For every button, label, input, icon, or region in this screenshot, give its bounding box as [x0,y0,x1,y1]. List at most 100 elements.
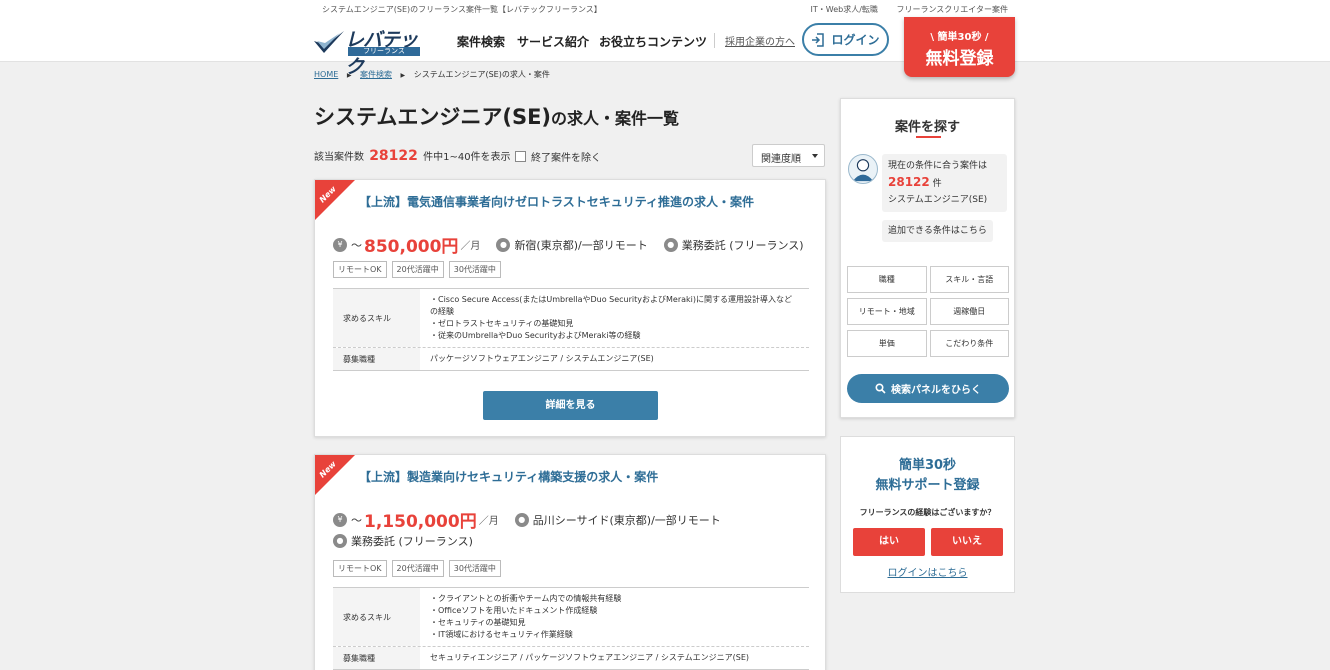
sort-select[interactable]: 関連度順 [752,144,825,167]
spec-row-role: 募集職種 パッケージソフトウェアエンジニア / システムエンジニア(SE) [333,348,809,371]
tag: 30代活躍中 [448,560,501,577]
skills-list: ・クライアントとの折衝やチーム内での情報共有経験 ・Officeソフトを用いたド… [420,588,809,646]
employer-link[interactable]: 採用企業の方へ [714,33,795,48]
skill-item: ・従来のUmbrellaやDuo SecurityおよびMeraki等の経験 [430,331,641,340]
breadcrumb-search[interactable]: 案件検索 [360,70,392,79]
filter-grid: 職種 スキル・言語 リモート・地域 週稼働日 単価 こだわり条件 [847,266,1009,357]
bubble-count: 28122 [888,175,930,189]
login-button[interactable]: ログイン [802,23,889,56]
topbar-link-creator[interactable]: フリーランスクリエイター案件 [896,5,1008,14]
topbar-link-jobs[interactable]: IT・Web求人/転職 [811,5,878,14]
yes-button[interactable]: はい [853,528,925,556]
contract-type: 業務委託 (フリーランス) [681,238,804,252]
support-title-line: 無料サポート登録 [875,478,980,493]
sort-value: 関連度順 [761,154,801,165]
location-pin-icon: ● [496,237,511,252]
price-prefix: ～ [351,513,362,527]
register-button[interactable]: \ 簡単30秒 / 無料登録 [904,17,1015,77]
breadcrumb-separator-icon: ▶ [400,72,406,79]
breadcrumb: HOME ▶ 案件検索 ▶ システムエンジニア(SE)の求人・案件 [314,69,550,80]
job-card: New 【上流】電気通信事業者向けゼロトラストセキュリティ推進の求人・案件 ¥ … [314,179,826,437]
match-count-bubble: 現在の条件に合う案件は 28122 件 システムエンジニア(SE) [882,154,1007,212]
spec-label: 募集職種 [333,647,420,669]
result-count: 該当案件数 28122 件中1~40件を表示 [314,148,511,164]
nav-job-search[interactable]: 案件検索 [457,33,505,50]
search-panel-heading: 案件を探す [894,120,960,135]
tag: リモートOK [333,560,387,577]
skill-item: ・Officeソフトを用いたドキュメント作成経験 [430,606,598,615]
tag: 20代活躍中 [391,261,444,278]
price-unit: ／月 [460,241,481,252]
support-question: フリーランスの経験はございますか？ [859,508,996,517]
job-meta: ¥ ～ 850,000円 ／月 ● 新宿(東京都)/一部リモート ● 業務委託 … [333,232,804,257]
page-title-main: システムエンジニア(SE) [314,105,552,129]
spec-label: 募集職種 [333,348,420,370]
role-value: セキュリティエンジニア / パッケージソフトウェアエンジニア / システムエンジ… [430,653,750,662]
chevron-down-icon [812,154,818,158]
filter-job-type[interactable]: 職種 [847,266,927,293]
login-label: ログイン [831,33,880,47]
skill-item: ・クライアントとの折衝やチーム内での情報共有経験 [430,594,622,603]
register-label: 無料登録 [925,49,994,69]
job-tags: リモートOK 20代活躍中 30代活躍中 [333,261,501,278]
tag: 30代活躍中 [448,261,501,278]
spec-row-skills: 求めるスキル ・Cisco Secure Access(またはUmbrellaや… [333,289,809,348]
skill-item: ・IT領域におけるセキュリティ作業経験 [430,630,573,639]
job-meta: ¥ ～ 1,150,000円 ／月 ● 品川シーサイド(東京都)/一部リモート [333,507,721,532]
job-spec-table: 求めるスキル ・Cisco Secure Access(またはUmbrellaや… [333,288,809,371]
open-search-label: 検索パネルをひらく [891,385,981,396]
location-pin-icon: ● [514,512,529,527]
bubble-line: システムエンジニア(SE) [888,195,988,205]
nav-contents[interactable]: お役立ちコンテンツ [599,33,707,50]
price: 1,150,000円 [364,512,477,532]
person-icon: ● [333,534,347,548]
skills-list: ・Cisco Secure Access(またはUmbrellaやDuo Sec… [420,289,809,347]
logo-check-icon [314,31,344,53]
filter-skill[interactable]: スキル・言語 [929,266,1009,293]
location: 新宿(東京都)/一部リモート [514,238,648,252]
count-value: 28122 [369,148,418,164]
job-tags: リモートOK 20代活躍中 30代活躍中 [333,560,501,577]
spec-row-skills: 求めるスキル ・クライアントとの折衝やチーム内での情報共有経験 ・Officeソ… [333,588,809,647]
checkbox-box[interactable] [515,151,526,162]
advisor-avatar-icon [848,154,878,184]
site-logo[interactable]: レバテック フリーランス [314,25,426,78]
spec-label: 求めるスキル [333,588,420,646]
open-search-panel-button[interactable]: 検索パネルをひらく [847,374,1009,403]
job-title-link[interactable]: 【上流】製造業向けセキュリティ構築支援の求人・案件 [359,468,658,485]
topbar: システムエンジニア(SE)のフリーランス案件一覧【レバテックフリーランス】 IT… [0,0,1330,17]
price-unit: ／月 [478,516,499,527]
bubble-line: 現在の条件に合う案件は [888,161,988,171]
support-login-link[interactable]: ログインはこちら [841,564,1014,579]
breadcrumb-separator-icon: ▶ [346,72,352,79]
job-spec-table: 求めるスキル ・クライアントとの折衝やチーム内での情報共有経験 ・Officeソ… [333,587,809,670]
tag: 20代活躍中 [391,560,444,577]
bubble-unit: 件 [932,179,942,189]
login-icon [812,32,825,47]
job-title-link[interactable]: 【上流】電気通信事業者向けゼロトラストセキュリティ推進の求人・案件 [359,193,754,210]
register-small-text: \ 簡単30秒 / [930,32,989,43]
nav-service[interactable]: サービス紹介 [517,33,589,50]
support-register-box: 簡単30秒 無料サポート登録 フリーランスの経験はございますか？ はい いいえ … [840,436,1015,593]
support-title-line: 簡単30秒 [898,458,957,473]
exclude-closed-checkbox[interactable]: 終了案件を除く [515,149,601,164]
filter-price[interactable]: 単価 [847,330,927,357]
detail-button[interactable]: 詳細を見る [483,391,658,420]
breadcrumb-current: システムエンジニア(SE)の求人・案件 [413,70,550,79]
page-title: システムエンジニア(SE)の求人・案件一覧 [314,101,679,131]
skill-item: ・Cisco Secure Access(またはUmbrellaやDuo Sec… [430,295,792,316]
price-prefix: ～ [351,238,362,252]
support-title: 簡単30秒 無料サポート登録 [841,456,1014,496]
filter-workdays[interactable]: 週稼働日 [929,298,1009,325]
count-prefix: 該当案件数 [314,152,364,163]
filter-remote-area[interactable]: リモート・地域 [847,298,927,325]
price: 850,000円 [364,237,459,257]
person-icon: ● [663,237,678,252]
filter-preferences[interactable]: こだわり条件 [929,330,1009,357]
no-button[interactable]: いいえ [931,528,1003,556]
job-meta-contract: ● 業務委託 (フリーランス) [333,533,473,549]
search-icon [875,383,886,394]
breadcrumb-home[interactable]: HOME [314,70,338,79]
spec-label: 求めるスキル [333,289,420,347]
skill-item: ・ゼロトラストセキュリティの基礎知見 [430,319,574,328]
